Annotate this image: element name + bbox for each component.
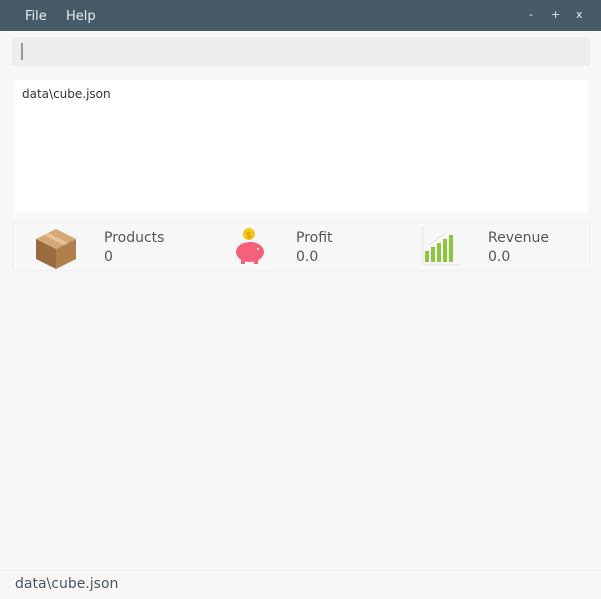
close-button[interactable]: x xyxy=(576,8,583,21)
menu-file[interactable]: File xyxy=(25,9,47,24)
status-text: data\cube.json xyxy=(15,576,119,592)
title-bar: File Help - + x xyxy=(0,0,601,31)
bar-chart-icon xyxy=(422,227,461,266)
stats-row: Products 0 $ Profit 0.0 Revenue 0.0 xyxy=(12,222,590,271)
box-icon xyxy=(36,229,76,269)
menu-help[interactable]: Help xyxy=(66,9,96,24)
stat-label: Products xyxy=(104,230,165,246)
stat-label: Revenue xyxy=(488,230,549,246)
stat-label: Profit xyxy=(296,230,333,246)
output-text: data\cube.json xyxy=(22,87,111,101)
stat-value: 0.0 xyxy=(296,249,319,265)
stat-value: 0 xyxy=(104,249,113,265)
text-caret xyxy=(21,43,23,60)
maximize-button[interactable]: + xyxy=(551,8,560,21)
minimize-button[interactable]: - xyxy=(529,8,533,21)
command-input[interactable] xyxy=(12,37,590,66)
output-panel: data\cube.json xyxy=(14,80,588,213)
status-bar: data\cube.json xyxy=(0,570,601,599)
piggy-bank-icon: $ xyxy=(236,228,264,264)
svg-text:$: $ xyxy=(246,231,252,241)
stat-value: 0.0 xyxy=(488,249,511,265)
